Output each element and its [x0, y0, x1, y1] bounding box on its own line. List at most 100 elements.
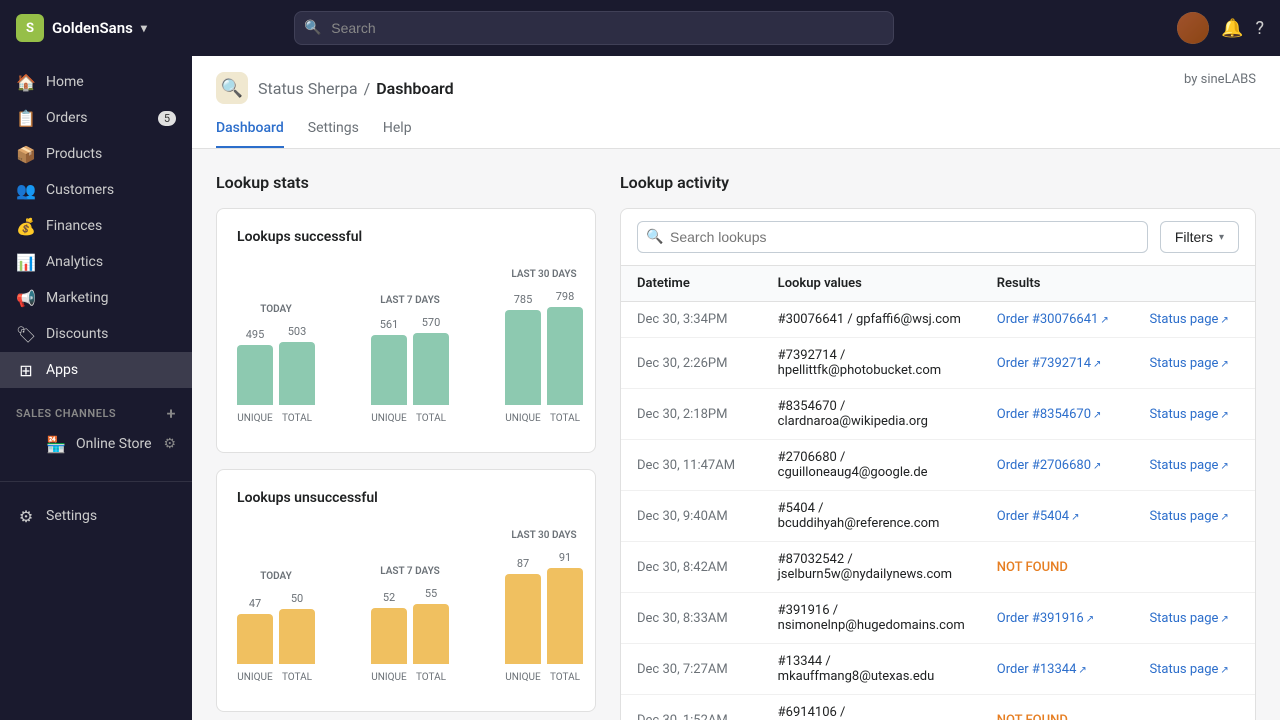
lookups-unsuccessful-card: Lookups unsuccessful TODAY 47 UNIQUE [216, 469, 596, 712]
cell-result[interactable]: Order #7392714 [981, 338, 1134, 389]
sidebar-item-settings[interactable]: ⚙ Settings [0, 498, 192, 534]
order-link[interactable]: Order #391916 [997, 611, 1094, 626]
breadcrumb: Status Sherpa / Dashboard [258, 79, 454, 98]
cell-status[interactable]: Status page [1133, 440, 1255, 491]
table-row: Dec 30, 2:18PM#8354670 / clardnaroa@wiki… [621, 389, 1255, 440]
sidebar-label-analytics: Analytics [46, 254, 103, 270]
not-found-label: NOT FOUND [997, 560, 1068, 575]
breadcrumb-app-name[interactable]: Status Sherpa [258, 79, 358, 98]
status-link[interactable]: Status page [1149, 407, 1228, 422]
cell-status[interactable]: Status page [1133, 491, 1255, 542]
tab-settings[interactable]: Settings [308, 112, 359, 148]
today-group-fail: TODAY 47 UNIQUE 50 TOTAL [237, 571, 315, 683]
add-channel-button[interactable]: + [167, 404, 176, 423]
table-row: Dec 30, 2:26PM#7392714 / hpellittfk@phot… [621, 338, 1255, 389]
last30-total-success: 798 TOTAL [547, 290, 583, 424]
cell-result: NOT FOUND [981, 695, 1134, 720]
last30-unique-success: 785 UNIQUE [505, 293, 541, 424]
order-link[interactable]: Order #5404 [997, 509, 1080, 524]
sidebar-item-finances[interactable]: 💰 Finances [0, 208, 192, 244]
cell-status[interactable]: Status page [1133, 389, 1255, 440]
sidebar-item-orders[interactable]: 📋 Orders 5 [0, 100, 192, 136]
order-link[interactable]: Order #2706680 [997, 458, 1102, 473]
sidebar-item-marketing[interactable]: 📢 Marketing [0, 280, 192, 316]
cell-datetime: Dec 30, 9:40AM [621, 491, 762, 542]
lookups-successful-card: Lookups successful TODAY 495 UNIQUE [216, 208, 596, 453]
sidebar-item-apps[interactable]: ⊞ Apps [0, 352, 192, 388]
avatar[interactable] [1177, 12, 1209, 44]
breadcrumb-page: Dashboard [376, 79, 453, 98]
status-link[interactable]: Status page [1149, 356, 1228, 371]
cell-lookup: #30076641 / gpfaffi6@wsj.com [762, 302, 981, 338]
cell-result[interactable]: Order #391916 [981, 593, 1134, 644]
sidebar-item-products[interactable]: 📦 Products [0, 136, 192, 172]
status-link[interactable]: Status page [1149, 662, 1228, 677]
cell-status[interactable]: Status page [1133, 302, 1255, 338]
customers-icon: 👥 [16, 180, 36, 200]
tab-help[interactable]: Help [383, 112, 412, 148]
last7-unique-fail: 52 UNIQUE [371, 591, 407, 683]
cell-result[interactable]: Order #2706680 [981, 440, 1134, 491]
brand-name: GoldenSans [52, 19, 133, 37]
table-row: Dec 30, 1:52AM#6914106 / lcalkinbt@media… [621, 695, 1255, 720]
cell-result[interactable]: Order #5404 [981, 491, 1134, 542]
order-link[interactable]: Order #7392714 [997, 356, 1102, 371]
cell-lookup: #8354670 / clardnaroa@wikipedia.org [762, 389, 981, 440]
sidebar-item-analytics[interactable]: 📊 Analytics [0, 244, 192, 280]
order-link[interactable]: Order #13344 [997, 662, 1087, 677]
col-header-lookup: Lookup values [762, 266, 981, 302]
cell-result[interactable]: Order #30076641 [981, 302, 1134, 338]
status-link[interactable]: Status page [1149, 312, 1228, 327]
today-bars: 495 UNIQUE 503 TOTAL [237, 325, 315, 424]
search-input[interactable] [294, 11, 894, 45]
cell-status[interactable]: Status page [1133, 338, 1255, 389]
sidebar-item-home[interactable]: 🏠 Home [0, 64, 192, 100]
table-row: Dec 30, 11:47AM#2706680 / cguilloneaug4@… [621, 440, 1255, 491]
app-icon: 🔍 [216, 72, 248, 104]
sidebar-item-customers[interactable]: 👥 Customers [0, 172, 192, 208]
sidebar-label-apps: Apps [46, 362, 78, 378]
main-content: 🔍 Status Sherpa / Dashboard Dashboard Se… [192, 56, 1280, 720]
search-filter-row: 🔍 Filters ▾ [621, 209, 1255, 266]
sidebar-item-online-store[interactable]: 🏪 Online Store ⚙ [0, 427, 192, 461]
cell-result[interactable]: Order #13344 [981, 644, 1134, 695]
status-link[interactable]: Status page [1149, 458, 1228, 473]
cell-datetime: Dec 30, 1:52AM [621, 695, 762, 720]
sidebar-item-discounts[interactable]: 🏷 Discounts [0, 316, 192, 352]
unsuccessful-title: Lookups unsuccessful [237, 490, 575, 506]
last7-unique-success: 561 UNIQUE [371, 318, 407, 424]
status-link[interactable]: Status page [1149, 611, 1228, 626]
by-label: by sineLABS [1184, 72, 1256, 103]
tab-dashboard[interactable]: Dashboard [216, 112, 284, 148]
store-icon: 🏪 [46, 434, 66, 454]
app-header-left: 🔍 Status Sherpa / Dashboard Dashboard Se… [216, 72, 454, 148]
table-row: Dec 30, 8:42AM#87032542 / jselburn5w@nyd… [621, 542, 1255, 593]
sidebar-label-products: Products [46, 146, 102, 162]
order-link[interactable]: Order #30076641 [997, 312, 1109, 327]
notifications-icon[interactable]: 🔔 [1221, 18, 1243, 39]
last30-unique-fail: 87 UNIQUE [505, 557, 541, 683]
dropdown-icon[interactable]: ▾ [141, 21, 147, 35]
sidebar-label-customers: Customers [46, 182, 114, 198]
chevron-down-icon: ▾ [1219, 232, 1224, 243]
cell-result[interactable]: Order #8354670 [981, 389, 1134, 440]
cell-status[interactable]: Status page [1133, 644, 1255, 695]
filters-button[interactable]: Filters ▾ [1160, 221, 1239, 253]
cell-lookup: #5404 / bcuddihyah@reference.com [762, 491, 981, 542]
cell-status[interactable]: Status page [1133, 593, 1255, 644]
activity-table: Datetime Lookup values Results Dec 30, 3… [621, 266, 1255, 720]
col-header-datetime: Datetime [621, 266, 762, 302]
successful-chart: TODAY 495 UNIQUE 503 TOT [237, 261, 575, 432]
order-link[interactable]: Order #8354670 [997, 407, 1102, 422]
sidebar-label-marketing: Marketing [46, 290, 109, 306]
status-link[interactable]: Status page [1149, 509, 1228, 524]
top-nav: S GoldenSans ▾ 🔍 🔔 ? [0, 0, 1280, 56]
brand[interactable]: S GoldenSans ▾ [16, 14, 147, 42]
table-row: Dec 30, 8:33AM#391916 / nsimonelnp@huged… [621, 593, 1255, 644]
help-icon[interactable]: ? [1255, 18, 1264, 39]
app-tabs: Dashboard Settings Help [216, 112, 454, 148]
home-icon: 🏠 [16, 72, 36, 92]
settings-gear-icon[interactable]: ⚙ [163, 436, 176, 452]
lookup-search-input[interactable] [637, 221, 1148, 253]
today-bars-fail: 47 UNIQUE 50 TOTAL [237, 592, 315, 683]
